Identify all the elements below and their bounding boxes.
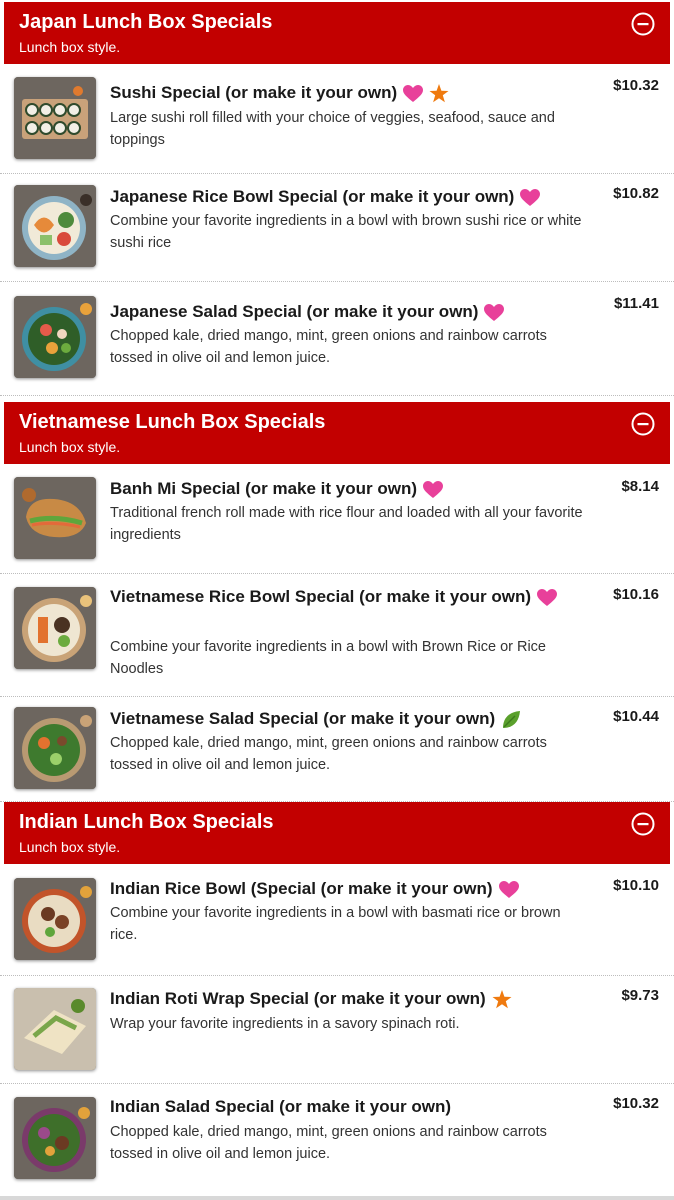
minus-circle-icon[interactable] [631,12,655,36]
food-thumbnail[interactable] [14,988,96,1070]
food-thumbnail[interactable] [14,477,96,559]
section-title: Vietnamese Lunch Box Specials [19,411,326,433]
section-title: Japan Lunch Box Specials [19,11,273,33]
item-description: Chopped kale, dried mango, mint, green o… [110,1124,547,1162]
heart-icon [484,303,505,321]
item-description: Large sushi roll filled with your choice… [110,110,555,148]
menu-item-indian-roti-wrap[interactable]: Indian Roti Wrap Special (or make it you… [0,976,674,1084]
menu-item-banh-mi-special[interactable]: Banh Mi Special (or make it your own) Tr… [0,466,674,574]
item-description: Wrap your favorite ingredients in a savo… [110,1016,460,1032]
menu-item-japanese-salad[interactable]: Japanese Salad Special (or make it your … [0,282,674,396]
item-description: Chopped kale, dried mango, mint, green o… [110,735,547,773]
menu-item-sushi-special[interactable]: Sushi Special (or make it your own) Larg… [0,66,674,174]
leaf-icon [503,710,521,728]
heart-icon [403,84,424,102]
item-price: $8.14 [621,478,659,495]
food-thumbnail[interactable] [14,587,96,669]
item-price: $10.32 [613,77,659,94]
section-header-vietnamese[interactable]: Vietnamese Lunch Box Specials Lunch box … [4,402,670,464]
food-thumbnail[interactable] [14,707,96,789]
item-name: Japanese Rice Bowl Special (or make it y… [110,184,590,209]
section-header-japan[interactable]: Japan Lunch Box Specials Lunch box style… [4,2,670,64]
food-thumbnail[interactable] [14,77,96,159]
item-name: Vietnamese Rice Bowl Special (or make it… [110,584,590,609]
item-price: $11.41 [613,295,659,312]
food-thumbnail[interactable] [14,296,96,378]
item-price: $10.10 [613,877,659,894]
item-price: $9.73 [621,987,659,1004]
star-icon [492,990,512,1009]
section-subtitle: Lunch box style. [19,39,121,55]
item-name: Vietnamese Salad Special (or make it you… [110,706,590,731]
section-header-indian[interactable]: Indian Lunch Box Specials Lunch box styl… [4,802,670,864]
item-description: Combine your favorite ingredients in a b… [110,639,546,677]
item-description: Traditional french roll made with rice f… [110,505,583,543]
heart-icon [537,588,558,606]
item-price: $10.32 [613,1095,659,1112]
food-thumbnail[interactable] [14,878,96,960]
heart-icon [423,480,443,498]
item-price: $10.44 [613,708,659,725]
item-description: Combine your favorite ingredients in a b… [110,213,582,251]
bottom-divider [0,1196,674,1200]
food-thumbnail[interactable] [14,185,96,267]
item-name: Indian Rice Bowl (Special (or make it yo… [110,876,590,901]
menu-item-vietnamese-rice-bowl[interactable]: Vietnamese Rice Bowl Special (or make it… [0,574,674,697]
menu-item-indian-salad[interactable]: Indian Salad Special (or make it your ow… [0,1084,674,1196]
food-thumbnail[interactable] [14,1097,96,1179]
item-name: Indian Roti Wrap Special (or make it you… [110,986,590,1011]
menu-item-japanese-rice-bowl[interactable]: Japanese Rice Bowl Special (or make it y… [0,174,674,282]
menu-item-vietnamese-salad[interactable]: Vietnamese Salad Special (or make it you… [0,697,674,802]
star-icon [429,84,449,103]
minus-circle-icon[interactable] [631,812,655,836]
item-description: Chopped kale, dried mango, mint, green o… [110,328,547,366]
section-title: Indian Lunch Box Specials [19,811,274,833]
item-price: $10.16 [613,586,659,603]
heart-icon [520,188,541,206]
minus-circle-icon[interactable] [631,412,655,436]
item-name: Japanese Salad Special (or make it your … [110,299,590,324]
item-name: Sushi Special (or make it your own) [110,80,590,105]
heart-icon [498,880,519,898]
item-price: $10.82 [613,185,659,202]
item-name: Banh Mi Special (or make it your own) [110,476,590,501]
section-subtitle: Lunch box style. [19,439,121,455]
menu-item-indian-rice-bowl[interactable]: Indian Rice Bowl (Special (or make it yo… [0,866,674,976]
item-name: Indian Salad Special (or make it your ow… [110,1097,452,1116]
section-subtitle: Lunch box style. [19,839,121,855]
item-description: Combine your favorite ingredients in a b… [110,905,561,943]
